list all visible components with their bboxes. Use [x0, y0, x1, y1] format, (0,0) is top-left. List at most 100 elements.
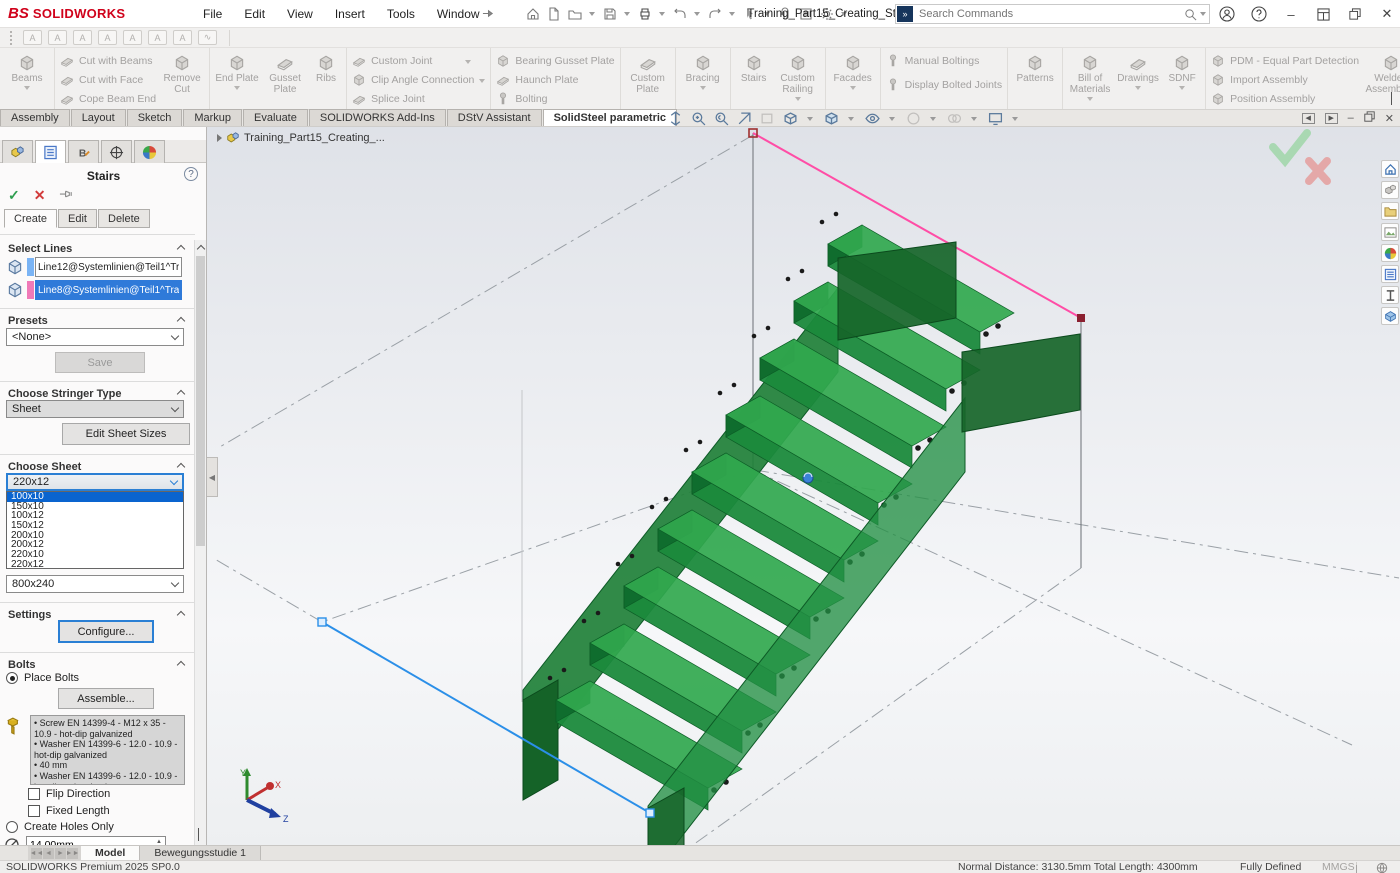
undo-button[interactable] [672, 5, 689, 22]
units-selector[interactable]: MMGS [1322, 861, 1355, 873]
clip-angle-connection-button[interactable]: Clip Angle Connection [352, 72, 485, 88]
save-button[interactable] [602, 5, 619, 22]
note-icon[interactable]: A [23, 30, 42, 45]
tags-icon[interactable] [1376, 862, 1388, 873]
display-style-icon[interactable] [824, 111, 839, 126]
tab-scroll-next[interactable]: ► [55, 848, 66, 859]
fixed-length-checkbox[interactable] [28, 805, 40, 817]
3d-scene[interactable]: Y X Z [207, 127, 1400, 845]
welded-assemblies-button[interactable]: Welded Assemblies [1363, 51, 1400, 95]
layout-grid-button[interactable] [1314, 5, 1332, 23]
pane-left-button[interactable]: ◀ [1302, 113, 1315, 124]
scroll-up-arrow[interactable] [197, 245, 205, 253]
bracing-caret[interactable] [700, 86, 706, 90]
bracing-button[interactable]: Bracing [681, 51, 725, 90]
tab-dstv-assistant[interactable]: DStV Assistant [447, 109, 542, 126]
create-tab[interactable]: Create [4, 209, 57, 228]
search-dropdown-caret[interactable] [1200, 12, 1206, 16]
sheet-size-2-dropdown[interactable]: 800x240 [6, 575, 184, 593]
view-settings-caret[interactable] [1012, 117, 1018, 121]
beams-button[interactable]: Beams [5, 51, 49, 90]
file-explorer-icon[interactable] [1381, 202, 1399, 220]
search-icon[interactable] [1182, 6, 1199, 23]
new-document-button[interactable] [546, 5, 563, 22]
open-button[interactable] [567, 5, 584, 22]
tab-scroll-last[interactable]: ►► [67, 848, 78, 859]
design-library-icon[interactable] [1381, 181, 1399, 199]
home-tab-icon[interactable] [1381, 160, 1399, 178]
tab-sketch[interactable]: Sketch [127, 109, 183, 126]
confirm-cancel-x[interactable] [1309, 161, 1327, 181]
cancel-button[interactable]: ✕ [34, 187, 46, 204]
appearances-tab[interactable] [134, 140, 165, 163]
doc-restore-button[interactable] [1364, 111, 1375, 125]
sheet-collapse-chevron[interactable] [177, 463, 185, 471]
presets-dropdown[interactable]: <None> [6, 328, 184, 346]
cut-with-face-button[interactable]: Cut with Face [60, 72, 156, 88]
sdnf-caret[interactable] [1179, 86, 1185, 90]
appearance-caret[interactable] [930, 117, 936, 121]
tab-layout[interactable]: Layout [71, 109, 126, 126]
bearing-gusset-plate-button[interactable]: Bearing Gusset Plate [496, 53, 614, 69]
assembly-visualization-icon[interactable] [760, 111, 775, 126]
diameter-input[interactable] [26, 836, 166, 845]
menu-insert[interactable]: Insert [335, 7, 365, 21]
display-style-caret[interactable] [848, 117, 854, 121]
view-palette-icon[interactable] [1381, 223, 1399, 241]
panel-collapse-splitter[interactable]: ◀ [207, 457, 218, 497]
property-manager-help-icon[interactable]: ? [184, 167, 198, 181]
solidsteel-library-icon[interactable] [1381, 307, 1399, 325]
help-icon[interactable] [1250, 5, 1268, 23]
previous-view-icon[interactable] [714, 111, 729, 126]
custom-joint-button[interactable]: Custom Joint [352, 53, 485, 69]
settings-collapse-chevron[interactable] [177, 611, 185, 619]
steel-profiles-icon[interactable] [1381, 286, 1399, 304]
auto-balloon-icon[interactable]: A [123, 30, 142, 45]
search-scope-icon[interactable]: » [897, 6, 913, 22]
scene-caret[interactable] [971, 117, 977, 121]
tab-scroll-buttons[interactable]: ◄◄ ◄ ► ►► [28, 846, 81, 860]
stairs-button[interactable]: Stairs [736, 51, 772, 84]
end-plate-button[interactable]: End Plate [215, 51, 259, 90]
appearances-scenes-icon[interactable] [1381, 244, 1399, 262]
bom-caret[interactable] [1087, 97, 1093, 101]
bill-of-materials-button[interactable]: Bill of Materials [1068, 51, 1112, 101]
remove-cut-button[interactable]: Remove Cut [160, 51, 204, 95]
tab-evaluate[interactable]: Evaluate [243, 109, 308, 126]
cut-with-beams-button[interactable]: Cut with Beams [60, 53, 156, 69]
custom-plate-button[interactable]: Custom Plate [626, 51, 670, 95]
place-bolts-radio[interactable] [6, 672, 18, 684]
motion-study-tab[interactable]: Bewegungsstudie 1 [140, 846, 261, 860]
delete-tab[interactable]: Delete [98, 209, 150, 228]
tab-assembly[interactable]: Assembly [0, 109, 70, 126]
undo-dropdown-caret[interactable] [694, 12, 700, 16]
facades-caret[interactable] [850, 86, 856, 90]
hide-show-caret[interactable] [889, 117, 895, 121]
tab-solidworks-add-ins[interactable]: SOLIDWORKS Add-Ins [309, 109, 446, 126]
dimxpert-manager-tab[interactable] [101, 140, 132, 163]
hide-show-items-icon[interactable] [865, 111, 880, 126]
menu-tools[interactable]: Tools [387, 7, 415, 21]
custom-railing-button[interactable]: Custom Railing [776, 51, 820, 101]
menu-file[interactable]: File [203, 7, 222, 21]
print-dropdown-caret[interactable] [659, 12, 665, 16]
pane-right-button[interactable]: ▶ [1325, 113, 1338, 124]
confirm-ok-check[interactable] [1273, 133, 1307, 161]
panel-scrollbar[interactable] [194, 240, 206, 845]
doc-minimize-button[interactable]: – [1348, 112, 1354, 124]
line1-input[interactable] [35, 257, 182, 277]
menu-edit[interactable]: Edit [244, 7, 265, 21]
custom-properties-icon[interactable] [1381, 265, 1399, 283]
splice-joint-button[interactable]: Splice Joint [352, 91, 485, 107]
document-tree-node[interactable]: Training_Part15_Creating_... [217, 131, 385, 145]
manual-boltings-button[interactable]: Manual Boltings [886, 53, 1002, 69]
property-manager-tab[interactable] [35, 140, 66, 163]
save-preset-button[interactable]: Save [55, 352, 145, 373]
sdnf-button[interactable]: SDNF [1164, 51, 1200, 90]
restore-button[interactable] [1346, 5, 1364, 23]
apply-scene-icon[interactable] [947, 111, 962, 126]
clip-angle-caret[interactable] [479, 79, 485, 83]
menu-view[interactable]: View [287, 7, 313, 21]
ok-button[interactable]: ✓ [8, 187, 20, 204]
user-account-icon[interactable] [1218, 5, 1236, 23]
